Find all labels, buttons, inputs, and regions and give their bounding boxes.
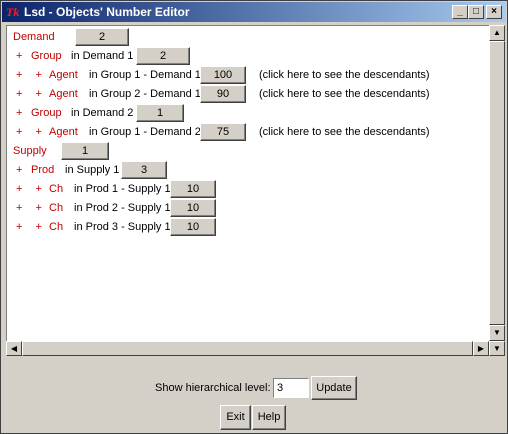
title-bar[interactable]: Tk Lsd - Objects' Number Editor _ □ × [2,2,506,22]
row-ch-prod3: + + Ch in Prod 3 - Supply 1 10 [7,218,487,236]
level-prefix: + + [16,183,42,195]
level-prefix: + [16,107,23,119]
object-name: Agent [49,126,78,138]
update-button[interactable]: Update [311,376,357,400]
level-prefix: + + [16,69,42,81]
row-group-demand2: + Group in Demand 2 1 [7,104,487,122]
maximize-button[interactable]: □ [468,5,484,19]
number-button[interactable]: 1 [61,142,109,160]
row-agent-group1-demand1: + + Agent in Group 1 - Demand 1 100 (cli… [7,66,487,84]
tk-app-icon: Tk [6,5,20,19]
object-context: in Group 1 - Demand 1 [89,69,201,81]
object-name: Group [31,50,62,62]
level-prefix: + + [16,221,42,233]
object-context: in Demand 2 [71,107,134,119]
row-demand: Demand 2 [7,28,487,46]
scroll-up-icon[interactable]: ▲ [489,25,505,41]
scroll-right-icon[interactable]: ▶ [473,341,489,356]
row-agent-group1-demand2: + + Agent in Group 1 - Demand 2 75 (clic… [7,123,487,141]
row-prod-supply1: + Prod in Supply 1 3 [7,161,487,179]
row-ch-prod1: + + Ch in Prod 1 - Supply 1 10 [7,180,487,198]
horizontal-scrollbar[interactable]: ◀ ▶ ▼ [6,341,505,356]
horizontal-scroll-thumb[interactable] [22,341,473,356]
editor-window: Tk Lsd - Objects' Number Editor _ □ × De… [0,0,508,434]
minimize-button[interactable]: _ [452,5,468,19]
number-button[interactable]: 10 [170,180,216,198]
row-ch-prod2: + + Ch in Prod 2 - Supply 1 10 [7,199,487,217]
object-context: in Supply 1 [65,164,120,176]
object-name: Agent [49,69,78,81]
number-button[interactable]: 2 [75,28,129,46]
descendants-link[interactable]: (click here to see the descendants) [259,126,430,138]
number-button[interactable]: 10 [170,218,216,236]
descendants-link[interactable]: (click here to see the descendants) [259,88,430,100]
level-label: Show hierarchical level: [155,382,271,394]
row-group-demand1: + Group in Demand 1 2 [7,47,487,65]
vertical-scroll-thumb[interactable] [489,41,505,325]
number-button[interactable]: 100 [200,66,246,84]
object-context: in Prod 1 - Supply 1 [74,183,171,195]
object-name: Agent [49,88,78,100]
level-prefix: + [16,50,23,62]
level-prefix: + + [16,88,42,100]
vertical-scrollbar[interactable]: ▲ ▼ [489,25,505,341]
row-agent-group2-demand1: + + Agent in Group 2 - Demand 1 90 (clic… [7,85,487,103]
object-context: in Prod 2 - Supply 1 [74,202,171,214]
level-input[interactable] [273,378,309,398]
number-button[interactable]: 90 [200,85,246,103]
number-button[interactable]: 2 [136,47,190,65]
level-prefix: + + [16,202,42,214]
window-title: Lsd - Objects' Number Editor [24,5,190,19]
object-name: Demand [13,31,55,43]
object-name: Ch [49,202,64,214]
objects-canvas: Demand 2 + Group in Demand 1 2 + + Agent… [6,25,490,343]
object-context: in Demand 1 [71,50,134,62]
object-name: Prod [31,164,55,176]
row-supply: Supply 1 [7,142,487,160]
level-prefix: + + [16,126,42,138]
scroll-down-small-icon[interactable]: ▼ [489,341,505,356]
object-context: in Prod 3 - Supply 1 [74,221,171,233]
object-context: in Group 1 - Demand 2 [89,126,201,138]
object-name: Ch [49,221,64,233]
level-prefix: + [16,164,23,176]
number-button[interactable]: 3 [121,161,167,179]
descendants-link[interactable]: (click here to see the descendants) [259,69,430,81]
object-context: in Group 2 - Demand 1 [89,88,201,100]
object-name: Group [31,107,62,119]
exit-button[interactable]: Exit [220,405,251,430]
object-name: Supply [13,145,47,157]
scroll-left-icon[interactable]: ◀ [6,341,22,356]
object-name: Ch [49,183,64,195]
number-button[interactable]: 1 [136,104,184,122]
help-button[interactable]: Help [252,405,286,430]
scroll-down-icon[interactable]: ▼ [489,325,505,341]
number-button[interactable]: 10 [170,199,216,217]
close-button[interactable]: × [486,5,502,19]
number-button[interactable]: 75 [200,123,246,141]
